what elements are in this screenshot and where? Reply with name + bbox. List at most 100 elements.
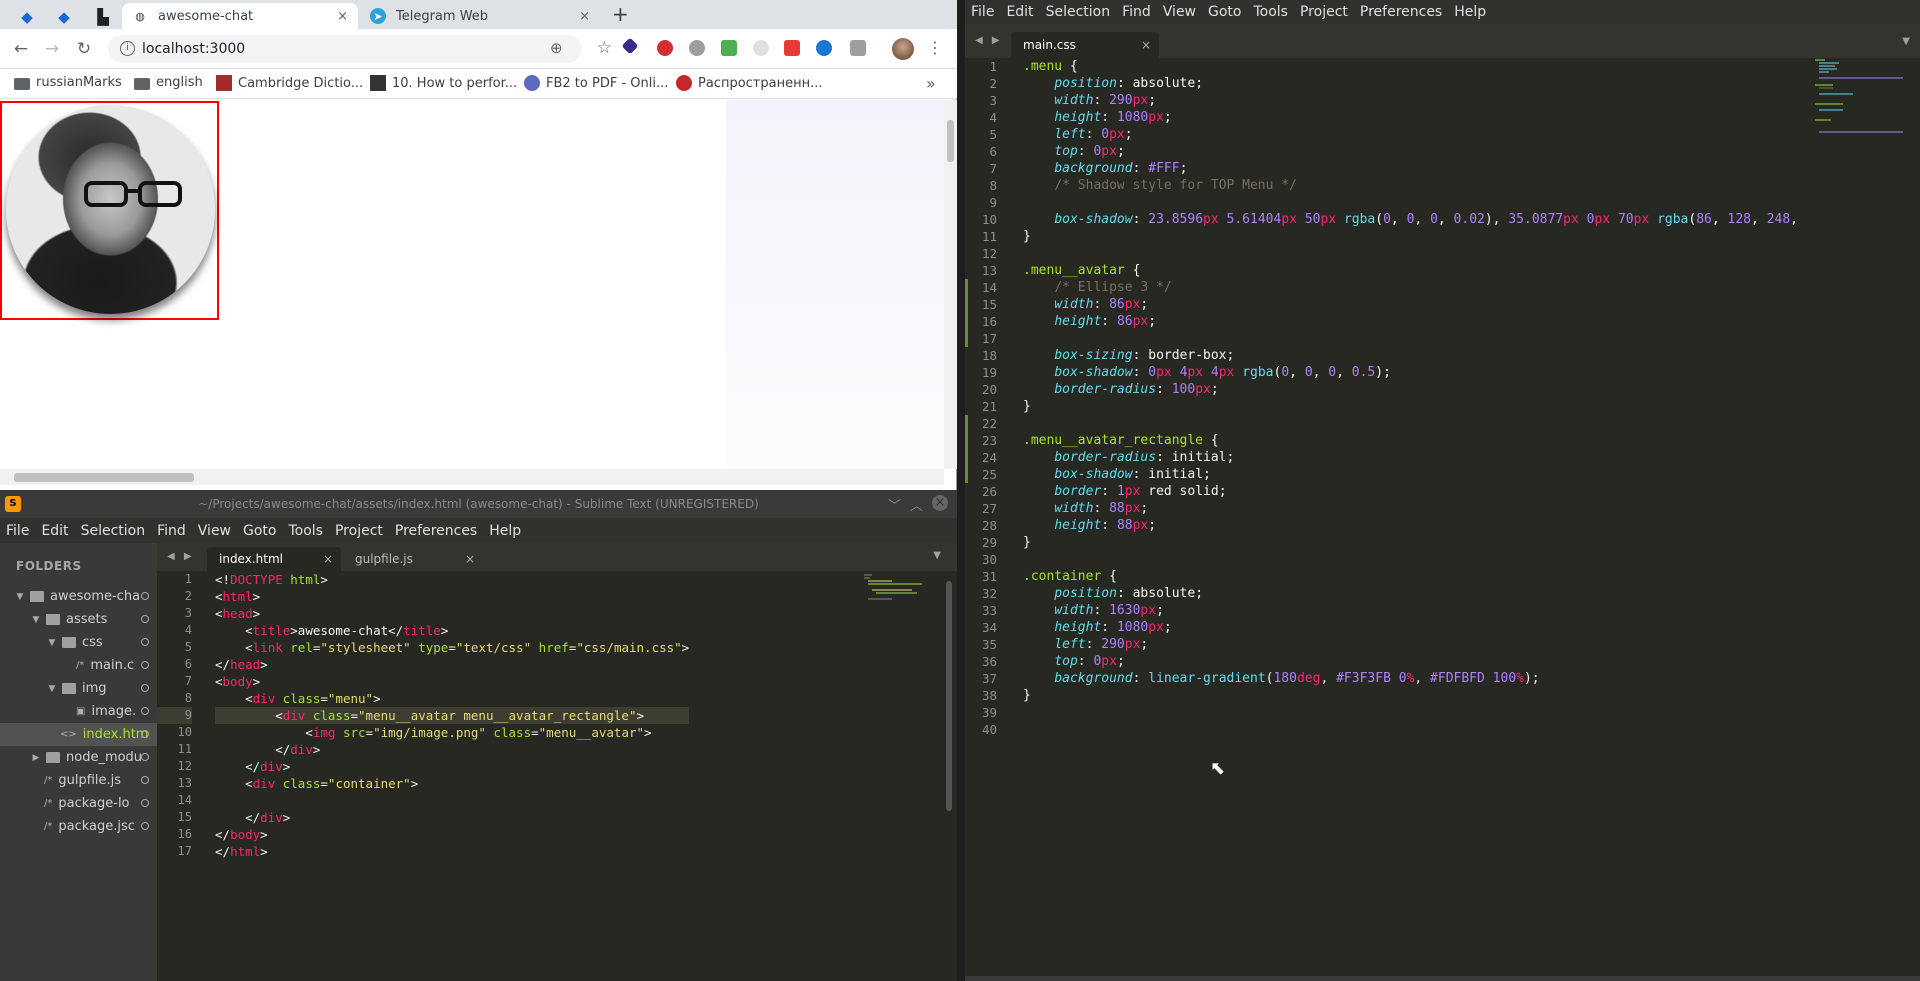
minimap[interactable] — [1813, 58, 1913, 148]
pinned-tab-1[interactable]: ◆ — [12, 4, 42, 29]
menu-view[interactable]: View — [192, 523, 237, 539]
tree-item[interactable]: /* package-lo — [0, 792, 157, 815]
menu-tools[interactable]: Tools — [282, 523, 329, 539]
tree-item[interactable]: ▣ image. — [0, 700, 157, 723]
download-extension-icon[interactable] — [721, 40, 737, 56]
tab-dropdown-icon[interactable]: ▼ — [1902, 36, 1910, 47]
new-tab-button[interactable]: + — [612, 2, 629, 26]
menu-project[interactable]: Project — [329, 523, 389, 539]
chevron-down-icon[interactable]: ▼ — [30, 615, 42, 625]
menu-project[interactable]: Project — [1294, 4, 1354, 20]
menu-preferences[interactable]: Preferences — [389, 523, 483, 539]
tab-awesome-chat[interactable]: ◍ awesome-chat × — [122, 3, 358, 29]
chevron-down-icon[interactable]: ▼ — [14, 592, 26, 602]
bookmark-item[interactable]: 10. How to perfor... — [370, 75, 517, 91]
tree-item[interactable]: /* gulpfile.js — [0, 769, 157, 792]
diamond-icon: ◆ — [21, 7, 33, 26]
bookmark-item[interactable]: FB2 to PDF - Onli... — [524, 75, 668, 91]
more-menu-icon[interactable]: ⋮ — [927, 38, 943, 57]
bookmark-item[interactable]: Cambridge Dictio... — [216, 75, 363, 91]
chevron-down-icon[interactable]: ▼ — [46, 684, 58, 694]
bookmark-item[interactable]: english — [134, 75, 203, 90]
chevron-right-icon[interactable]: ▶ — [30, 753, 42, 763]
minimize-icon[interactable]: ﹀ — [888, 495, 901, 514]
close-tab-icon[interactable]: × — [1141, 38, 1151, 52]
menu-bar: File Edit Selection Find View Goto Tools… — [0, 518, 957, 543]
forward-icon[interactable]: → — [40, 37, 64, 61]
tab-nav-arrows-icon[interactable]: ◀ ▶ — [167, 551, 195, 562]
glasses — [84, 181, 182, 207]
folder-icon — [134, 77, 150, 90]
tab-gulpfile[interactable]: gulpfile.js × — [343, 547, 483, 571]
tree-item[interactable]: /* package.jsc — [0, 815, 157, 838]
scroll-thumb[interactable] — [947, 120, 954, 162]
editor-tabs: ◀ ▶ main.css × ▼ — [965, 24, 1920, 58]
tab-main-css[interactable]: main.css × — [1011, 32, 1159, 58]
close-tab-icon[interactable]: × — [465, 552, 475, 566]
close-tab-icon[interactable]: × — [337, 9, 348, 24]
pinned-tab-2[interactable]: ◆ — [49, 4, 79, 29]
tree-item[interactable]: ▼ css — [0, 631, 157, 654]
extension-icon[interactable] — [816, 40, 832, 56]
tab-dropdown-icon[interactable]: ▼ — [933, 550, 941, 561]
menu-tools[interactable]: Tools — [1247, 4, 1294, 20]
close-tab-icon[interactable]: × — [323, 552, 333, 566]
horizontal-scrollbar[interactable] — [0, 469, 944, 485]
minimap[interactable] — [862, 573, 942, 613]
tree-item[interactable]: ▼ awesome-cha — [0, 585, 157, 608]
status-dot — [141, 822, 149, 830]
bookmark-item[interactable]: russianMarks — [14, 75, 122, 90]
profile-avatar[interactable] — [892, 38, 914, 60]
sublime-window-index: S ~/Projects/awesome-chat/assets/index.h… — [0, 490, 957, 981]
tree-item-label: index.htm — [82, 727, 149, 742]
tab-nav-arrows-icon[interactable]: ◀ ▶ — [975, 35, 1003, 46]
tree-item[interactable]: /* main.c — [0, 654, 157, 677]
adblock-icon[interactable] — [657, 40, 673, 56]
bookmark-item[interactable]: Распространенн... — [676, 75, 823, 91]
menu-selection[interactable]: Selection — [75, 523, 152, 539]
tree-item[interactable]: ▶ node_modu — [0, 746, 157, 769]
menu-help[interactable]: Help — [1448, 4, 1492, 20]
scroll-thumb[interactable] — [14, 473, 194, 482]
scroll-thumb[interactable] — [946, 581, 952, 811]
reload-icon[interactable]: ↻ — [72, 37, 96, 61]
menu-file[interactable]: File — [965, 4, 1000, 20]
tab-index-html[interactable]: index.html × — [207, 547, 341, 571]
info-icon[interactable]: i — [120, 41, 135, 56]
menu-find[interactable]: Find — [151, 523, 192, 539]
close-window-icon[interactable]: × — [932, 495, 948, 511]
code-editor[interactable]: 1 2 3 4 5 6 7 8 9 10 11 12 13 14 15 16 17 <!DOCTYPE html… — [157, 571, 957, 981]
close-tab-icon[interactable]: × — [579, 9, 590, 24]
menu-goto[interactable]: Goto — [1202, 4, 1247, 20]
extension-icon[interactable] — [753, 40, 769, 56]
editor-scrollbar[interactable] — [944, 571, 954, 981]
zoom-icon[interactable]: ⊕ — [550, 39, 563, 57]
tree-item[interactable]: ▼ img — [0, 677, 157, 700]
menu-find[interactable]: Find — [1116, 4, 1157, 20]
menu-view[interactable]: View — [1157, 4, 1202, 20]
maximize-icon[interactable]: ︿ — [910, 495, 923, 514]
menu-help[interactable]: Help — [483, 523, 527, 539]
bookmarks-overflow[interactable]: » — [926, 74, 936, 93]
menu-file[interactable]: File — [0, 523, 35, 539]
chevron-down-icon[interactable]: ▼ — [46, 638, 58, 648]
tab-telegram[interactable]: ➤ Telegram Web × — [360, 3, 600, 29]
bookmark-star-icon[interactable]: ☆ — [597, 38, 612, 58]
pinned-tab-3[interactable]: ▙ — [88, 4, 118, 29]
extension-icon[interactable] — [689, 40, 705, 56]
menu-goto[interactable]: Goto — [237, 523, 282, 539]
code-editor[interactable]: 1 2 3 4 5 6 7 8 9 10 11 12 13 14 15 16 17 18 19 20 21 22 23 24 2… — [965, 58, 1920, 976]
tree-item[interactable]: <> index.htm — [0, 723, 157, 746]
extension-icon[interactable] — [850, 40, 866, 56]
menu-edit[interactable]: Edit — [1000, 4, 1039, 20]
extension-icon[interactable] — [784, 40, 800, 56]
vertical-scrollbar[interactable] — [944, 100, 957, 469]
address-bar[interactable]: i localhost:3000 ⊕ ☆ — [108, 35, 612, 63]
menu-edit[interactable]: Edit — [35, 523, 74, 539]
url-text: localhost:3000 — [142, 41, 246, 57]
back-icon[interactable]: ← — [9, 37, 33, 61]
menu-selection[interactable]: Selection — [1040, 4, 1117, 20]
avatar-image — [6, 105, 215, 314]
menu-preferences[interactable]: Preferences — [1354, 4, 1448, 20]
tree-item[interactable]: ▼ assets — [0, 608, 157, 631]
